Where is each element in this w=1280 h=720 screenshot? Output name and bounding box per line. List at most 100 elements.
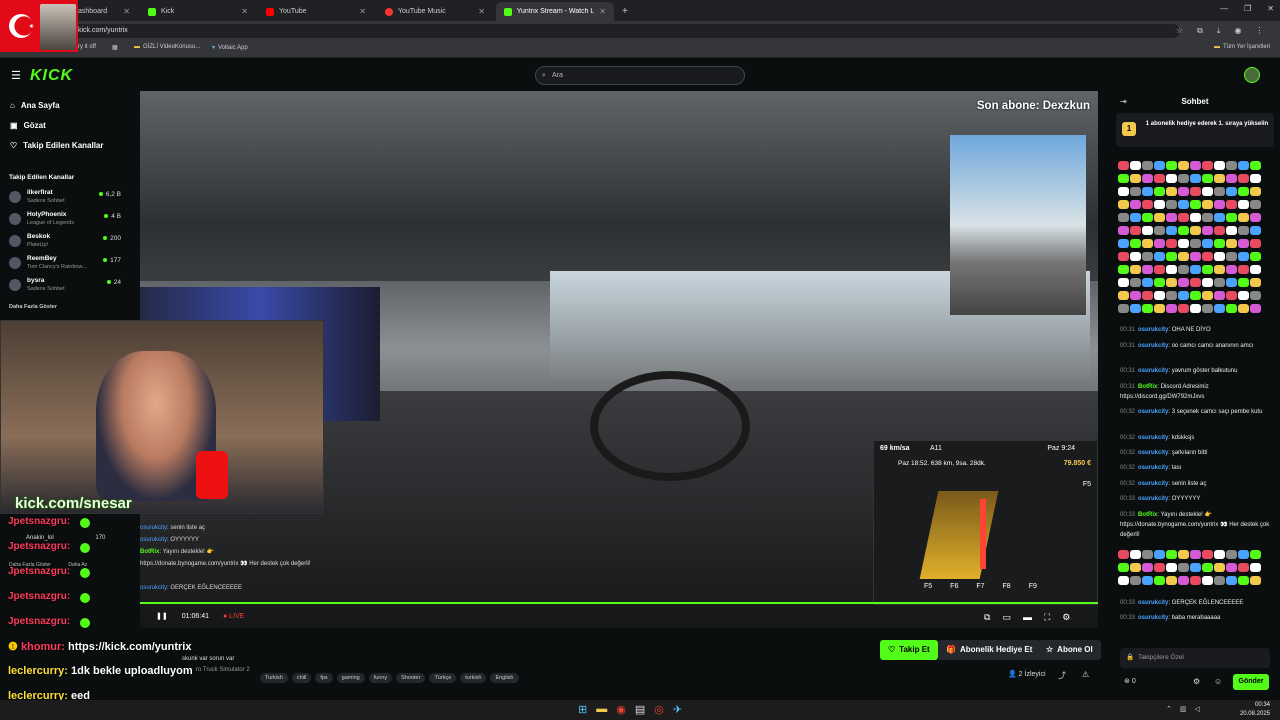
clock[interactable]: 00:34 20.08.2025 [1240,701,1270,719]
chat-message: 00:32 osurukcity: şarkıların bitti [1120,450,1208,456]
fullscreen-icon[interactable]: ⛶ [1044,612,1050,623]
nav-home[interactable]: ⌂ Ana Sayfa [10,101,60,110]
emote-icon [1250,252,1261,262]
channel-points[interactable]: ⊛ 0 [1124,677,1136,685]
url-field[interactable]: kick.com/yuntrix [70,24,1180,38]
show-more-link[interactable]: Daha Fazla Göster [9,304,57,310]
emote-icon [1142,563,1153,573]
emote-icon [1190,265,1201,275]
bookmark-item[interactable]: rry it off [76,44,96,50]
tag[interactable]: gaming [336,673,365,683]
theater-icon[interactable]: ▭ [1002,612,1011,623]
cam-watermark: kick.com/snesar [15,495,132,512]
tab-youtube[interactable]: YouTube ✕ [258,2,374,21]
tag[interactable]: turkish [460,673,487,683]
tag[interactable]: Turkish [260,673,288,683]
emote-icon [1250,200,1261,210]
pause-icon[interactable]: ❚❚ [156,612,168,620]
hamburger-menu-icon[interactable]: ☰ [11,69,21,82]
emote-icon [1202,252,1213,262]
send-button[interactable]: Gönder [1233,674,1269,690]
overlay-chat-user: Jpetsnazgru: [8,591,71,602]
close-tab-icon[interactable]: ✕ [599,7,606,16]
emote-icon [1166,291,1177,301]
apps-grid-icon[interactable]: ▦ [112,44,118,51]
app-icon[interactable]: ◎ [654,703,664,716]
chat-message: 00:31 BotRix: Discord Adresimiz https://d… [1120,384,1209,400]
miniplayer-icon[interactable]: ▬ [1023,612,1032,623]
tab-yuntrix-stream[interactable]: Yuntrix Stream - Watch Liv ✕ [496,2,614,21]
channel-item[interactable]: bysra Sadece Sohbet 24 [9,275,121,295]
network-icon[interactable]: ▥ [1180,705,1187,713]
restore-icon[interactable]: ❐ [1244,4,1251,13]
bookmark-item[interactable]: ▬ GİZLİ VideoKonusu... [134,44,200,50]
emote-icon [1178,550,1189,560]
progress-bar[interactable] [140,602,1098,604]
chat-input[interactable]: 🔒 Takipçilere Özel [1120,648,1270,668]
tag[interactable]: chill [291,673,312,683]
tag[interactable]: funny [368,673,393,683]
tag[interactable]: English [490,673,519,683]
emote-icon [1250,187,1261,197]
notepad-icon[interactable]: ▤ [635,703,645,716]
tab-kick[interactable]: Kick ✕ [140,2,256,21]
file-explorer-icon[interactable]: ▬ [596,703,607,716]
last-subscriber-label: Son abone: Dexzkun [976,100,1090,112]
nav-browse[interactable]: ▣ Gözat [10,121,46,130]
close-tab-icon[interactable]: ✕ [241,7,248,16]
follow-button[interactable]: ♡ Takip Et [880,640,938,660]
close-tab-icon[interactable]: ✕ [359,7,366,16]
channel-item[interactable]: HolyPhoenix League of Legends 4 B [9,209,121,229]
pip-icon[interactable]: ⧉ [984,612,990,623]
minimize-icon[interactable]: — [1220,4,1228,13]
emote-icon [1250,576,1261,586]
kick-logo[interactable]: KICK [30,67,73,85]
tab-youtube-music[interactable]: YouTube Music ✕ [377,2,493,21]
channel-item[interactable]: Beskok PlateUp! 200 [9,231,121,251]
emote-icon [1202,226,1213,236]
gift-sub-button[interactable]: 🎁 Abonelik Hediye Et [938,640,1041,660]
tray-chevron-icon[interactable]: ⌃ [1166,705,1172,713]
nav-following[interactable]: ♡ Takip Edilen Kanallar [10,141,104,150]
close-tab-icon[interactable]: ✕ [478,7,485,16]
avatar[interactable] [1244,67,1260,83]
chrome-icon[interactable]: ◉ [616,703,626,716]
share-icon[interactable]: ⤴ [1058,670,1066,681]
all-bookmarks[interactable]: ▬ Tüm Yer İşaretleri [1214,44,1270,50]
pinned-banner[interactable]: 1 1 abonelik hediye ederek 1. sıraya yük… [1116,113,1274,147]
extensions-icon[interactable]: ⧉ [1197,26,1203,36]
channel-item[interactable]: ReemBey Tom Clancy's Rainbow... 177 [9,253,121,273]
chat-settings-icon[interactable]: ⚙ [1193,677,1200,686]
chat-message: 00:33 BotRix: Yayını destekle! 👉 https://… [1120,512,1270,538]
category-label[interactable]: ro Truck Simulator 2 [196,667,250,673]
emote-icon [1118,200,1129,210]
emote-row [1118,170,1268,184]
overlay-chat-line: leclercurry: 1dk bekle uploadluyom [8,665,193,677]
tab-dashboard[interactable]: ashboard ✕ [70,2,138,21]
search-input[interactable]: ⌕ Ara [535,66,745,85]
subscribe-button[interactable]: ☆ Abone Ol [1038,640,1101,660]
bookmark-item[interactable]: ▾ Voltaic App [212,44,248,52]
report-icon[interactable]: ⚠ [1082,670,1089,681]
viewers-icon: 👤 [1008,671,1017,678]
profile-icon[interactable]: ◉ [1234,26,1241,36]
tag[interactable]: Türkçe [429,673,457,683]
emote-icon [1190,252,1201,262]
close-window-icon[interactable]: ✕ [1267,4,1274,13]
menu-icon[interactable]: ⋮ [1255,26,1263,36]
bookmark-star-icon[interactable]: ☆ [1176,26,1183,36]
windows-start-icon[interactable]: ⊞ [578,703,587,716]
channel-item[interactable]: ilkerfirat Sadece Sohbet 6,2 B [9,187,121,207]
tag[interactable]: fps [315,673,333,683]
emote-picker-icon[interactable]: ☺ [1214,677,1222,686]
downloads-icon[interactable]: ⤓ [1217,26,1221,36]
new-tab-button[interactable]: + [614,2,630,21]
emote-icon [1226,213,1237,223]
emote-icon [1202,174,1213,184]
tag[interactable]: Shooter [396,673,426,683]
emote-icon [1154,213,1165,223]
settings-icon[interactable]: ⚙ [1062,612,1070,623]
steam-icon[interactable]: ✈ [673,703,682,716]
close-tab-icon[interactable]: ✕ [123,7,130,16]
volume-icon[interactable]: ◁ [1195,705,1200,713]
